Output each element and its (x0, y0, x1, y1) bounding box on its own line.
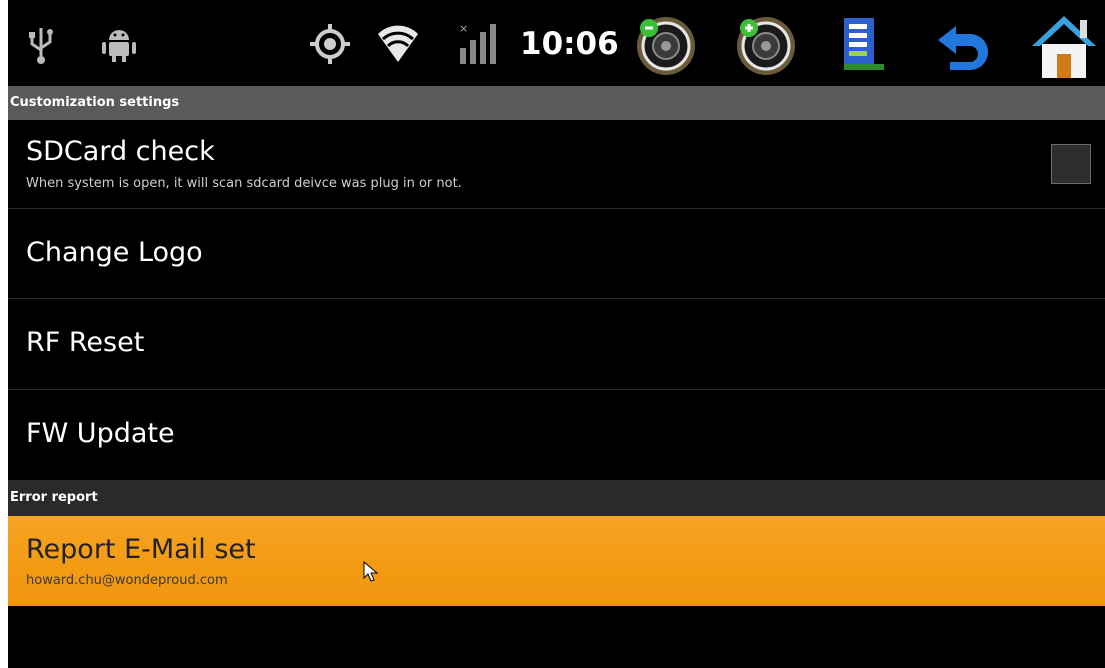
status-clock: 10:06 (520, 26, 619, 62)
signal-icon: × (456, 20, 502, 66)
rf-reset-row[interactable]: RF Reset (8, 299, 1105, 390)
fw-update-title: FW Update (26, 418, 175, 449)
gps-icon (308, 22, 352, 66)
change-logo-row[interactable]: Change Logo (8, 209, 1105, 299)
usb-icon (24, 22, 58, 66)
mouse-cursor-icon (363, 561, 379, 582)
volume-down-icon[interactable] (634, 14, 698, 78)
wifi-icon (374, 20, 422, 66)
home-icon[interactable] (1030, 10, 1098, 82)
sdcard-check-checkbox[interactable] (1051, 144, 1091, 184)
rf-reset-title: RF Reset (26, 327, 145, 358)
section-header-error-report: Error report (8, 480, 1105, 516)
android-settings-screen: × 10:06 Customization settings SDCard ch… (8, 0, 1105, 668)
fw-update-row[interactable]: FW Update (8, 390, 1105, 480)
sdcard-check-summary: When system is open, it will scan sdcard… (26, 176, 462, 191)
sdcard-check-title: SDCard check (26, 136, 215, 167)
menu-icon[interactable] (838, 14, 890, 78)
svg-text:×: × (459, 22, 468, 35)
back-icon[interactable] (934, 18, 994, 74)
sdcard-check-row[interactable]: SDCard check When system is open, it wil… (8, 120, 1105, 209)
android-debug-icon (100, 24, 138, 64)
change-logo-title: Change Logo (26, 237, 203, 268)
section-header-customization: Customization settings (8, 86, 1105, 120)
report-email-row[interactable]: Report E-Mail set howard.chu@wondeproud.… (8, 516, 1105, 606)
report-email-title: Report E-Mail set (26, 534, 256, 565)
status-bar: × 10:06 (8, 0, 1105, 86)
report-email-summary: howard.chu@wondeproud.com (26, 573, 228, 588)
volume-up-icon[interactable] (734, 14, 798, 78)
